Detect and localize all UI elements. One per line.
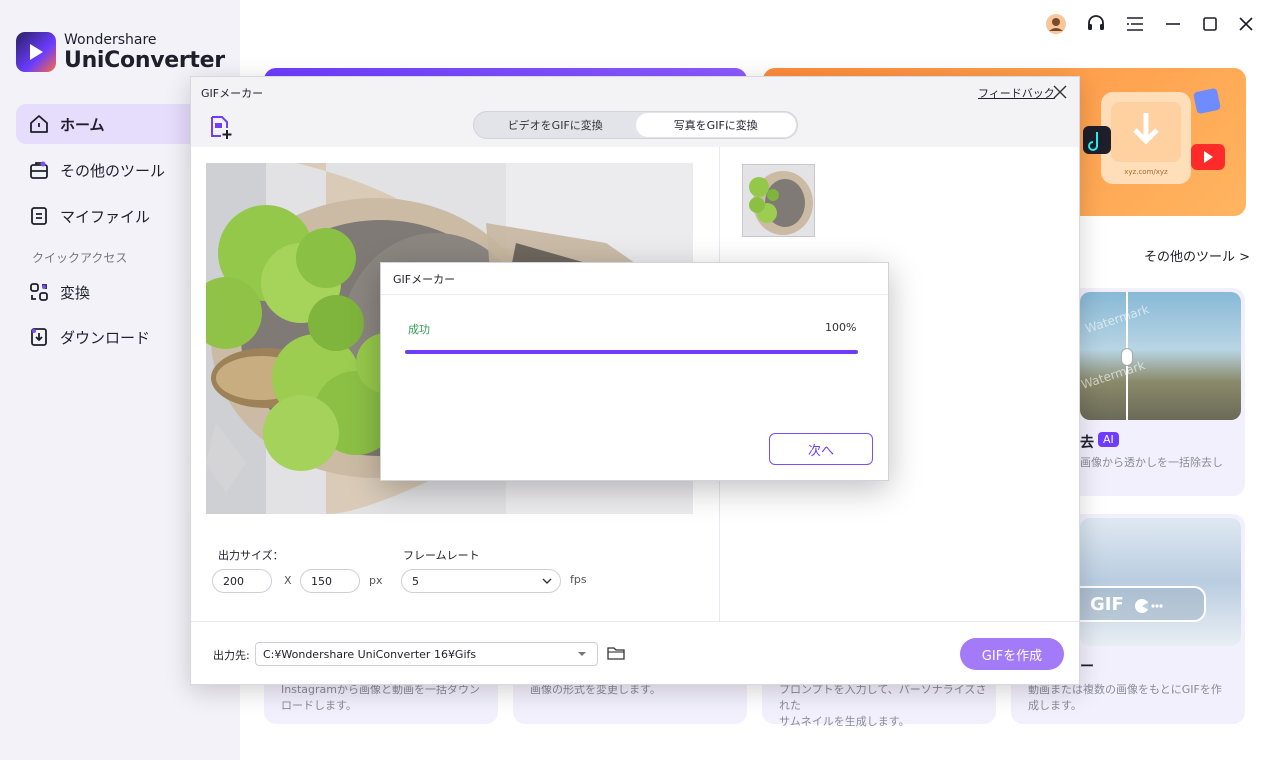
next-button[interactable]: 次へ xyxy=(769,433,873,465)
gif-preview-image: GIF xyxy=(1080,518,1241,646)
banner-url: xyz.com/xyz xyxy=(1124,168,1168,176)
footer-divider xyxy=(191,621,1079,622)
gif-maker-title: GIFメーカー xyxy=(201,87,264,100)
width-input[interactable]: 200 xyxy=(212,569,272,593)
minimize-icon xyxy=(1166,23,1180,25)
avatar-icon xyxy=(1046,14,1066,34)
px-unit: px xyxy=(369,574,383,587)
watermark-overlay-text: Watermark xyxy=(1080,358,1147,392)
more-tools-link[interactable]: その他のツール > xyxy=(1144,246,1250,265)
gif-progress-dialog: GIFメーカー 成功 100% 次へ xyxy=(380,262,889,481)
maximize-button[interactable] xyxy=(1198,12,1222,36)
play-dots-icon xyxy=(1135,599,1163,613)
card-description: 画像から透かしを一括除去し xyxy=(1080,456,1223,469)
tab-video-to-gif[interactable]: ビデオをGIFに変換 xyxy=(475,113,636,137)
thumbnail-item[interactable] xyxy=(742,164,815,237)
close-icon[interactable] xyxy=(1051,83,1069,101)
download-icon xyxy=(31,328,47,346)
sidebar-item-label: マイファイル xyxy=(60,207,151,226)
convert-icon xyxy=(30,283,48,301)
sidebar-item-label: ホーム xyxy=(60,115,105,134)
headset-icon xyxy=(1088,15,1104,30)
output-folder-label: 出力先: xyxy=(213,649,250,662)
frame-rate-label: フレームレート xyxy=(403,549,480,562)
progress-percent: 100% xyxy=(825,321,857,334)
progress-bar xyxy=(405,350,858,354)
sidebar-item-label: 変換 xyxy=(60,283,91,302)
output-path-select[interactable]: C:¥Wondershare UniConverter 16¥Gifs xyxy=(255,642,598,666)
card-title: ー xyxy=(1080,659,1094,675)
support-button[interactable] xyxy=(1084,12,1108,36)
menu-icon xyxy=(1127,17,1143,31)
gif-overlay-text: GIF xyxy=(1090,594,1124,615)
account-avatar[interactable] xyxy=(1044,12,1068,36)
card-description: Instagramから画像と動画を一括ダウン ロードします。 xyxy=(281,683,480,712)
close-window-button[interactable] xyxy=(1234,12,1258,36)
output-path-value: C:¥Wondershare UniConverter 16¥Gifs xyxy=(263,647,477,661)
file-icon xyxy=(31,207,47,225)
height-input[interactable]: 150 xyxy=(300,569,360,593)
ai-badge: AI xyxy=(1098,432,1119,447)
brand-name: Wondershare xyxy=(64,31,157,48)
uniconverter-logo-icon xyxy=(16,32,56,72)
watermark-overlay-text: Watermark xyxy=(1083,302,1151,336)
progress-bar-fill xyxy=(405,350,858,354)
app-logo: Wondershare UniConverter xyxy=(16,32,225,72)
frame-rate-select[interactable]: 5 xyxy=(401,569,561,593)
fps-unit: fps xyxy=(570,573,587,586)
feedback-link[interactable]: フィードバック xyxy=(978,85,1055,101)
menu-button[interactable] xyxy=(1123,12,1147,36)
dimension-separator: X xyxy=(284,574,292,587)
chevron-down-icon xyxy=(578,652,586,656)
folder-icon[interactable] xyxy=(607,645,625,661)
gif-mode-tabs: ビデオをGIFに変換 写真をGIFに変換 xyxy=(473,111,798,139)
toolbox-icon xyxy=(30,161,48,179)
sidebar-item-label: その他のツール xyxy=(60,161,166,180)
thumbnail-image xyxy=(743,165,814,236)
close-icon xyxy=(1239,17,1253,31)
progress-status: 成功 xyxy=(408,323,430,336)
create-gif-button[interactable]: GIFを作成 xyxy=(960,638,1064,670)
add-file-icon[interactable] xyxy=(208,114,234,140)
home-icon xyxy=(30,115,48,133)
card-description: 動画または複数の画像をもとにGIFを作 成します。 xyxy=(1028,683,1222,712)
quick-access-label: クイックアクセス xyxy=(32,251,128,265)
watermark-preview-image: Watermark Watermark xyxy=(1080,292,1241,420)
sidebar-item-label: ダウンロード xyxy=(60,328,151,347)
tab-photo-to-gif[interactable]: 写真をGIFに変換 xyxy=(635,113,796,137)
minimize-button[interactable] xyxy=(1161,12,1185,36)
chevron-down-icon xyxy=(542,578,552,584)
product-name: UniConverter xyxy=(64,47,225,73)
frame-rate-value: 5 xyxy=(412,574,419,588)
progress-dialog-title: GIFメーカー xyxy=(381,263,888,295)
card-description: プロンプトを入力して、パーソナライズされた サムネイルを生成します。 xyxy=(779,683,987,728)
card-title: 去 xyxy=(1080,435,1094,451)
maximize-icon xyxy=(1203,17,1217,31)
output-size-label: 出力サイズ： xyxy=(218,549,284,562)
